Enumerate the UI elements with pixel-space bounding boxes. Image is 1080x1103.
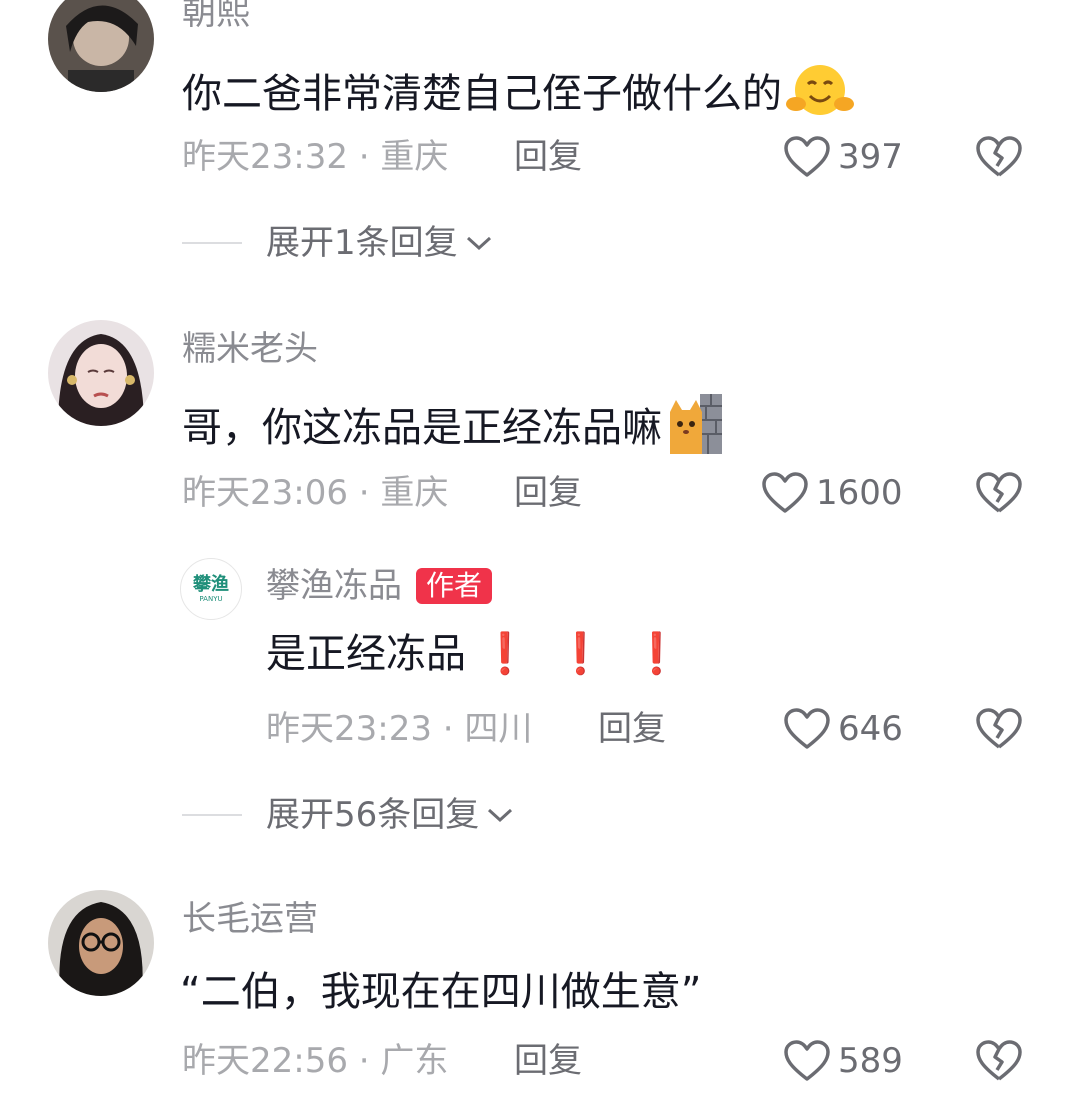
comment-text: 哥，你这冻品是正经冻品嘛 bbox=[182, 394, 722, 461]
expand-label: 展开56条回复 bbox=[266, 795, 480, 835]
avatar[interactable] bbox=[48, 0, 154, 92]
like-count: 589 bbox=[838, 1041, 903, 1081]
avatar[interactable] bbox=[48, 890, 154, 996]
divider bbox=[182, 814, 242, 816]
comment-location: 广东 bbox=[380, 1041, 449, 1081]
reply-location: 四川 bbox=[464, 709, 533, 749]
reply-button[interactable]: 回复 bbox=[598, 712, 666, 746]
heart-icon bbox=[784, 708, 830, 749]
author-badge: 作者 bbox=[416, 568, 493, 604]
like-count: 1600 bbox=[816, 473, 903, 513]
dislike-button[interactable] bbox=[976, 472, 1022, 518]
heart-icon bbox=[784, 136, 830, 177]
comment-username[interactable]: 长毛运营 bbox=[182, 902, 318, 936]
expand-replies[interactable]: 展开1条回复 bbox=[182, 226, 494, 260]
reply-body: 是正经冻品 bbox=[266, 631, 466, 677]
chevron-down-icon bbox=[488, 808, 513, 823]
reply-button[interactable]: 回复 bbox=[514, 140, 582, 174]
reply-button[interactable]: 回复 bbox=[514, 1044, 582, 1078]
like-button[interactable]: 589 bbox=[784, 1040, 903, 1082]
divider bbox=[182, 242, 242, 244]
broken-heart-icon bbox=[976, 472, 1022, 513]
heart-icon bbox=[784, 1040, 830, 1081]
expand-replies[interactable]: 展开56条回复 bbox=[182, 798, 515, 832]
comment-text: 你二爸非常清楚自己侄子做什么的 bbox=[182, 62, 854, 125]
reply-time: 昨天23:23 bbox=[266, 709, 432, 749]
dislike-button[interactable] bbox=[976, 1040, 1022, 1086]
like-button[interactable]: 646 bbox=[784, 708, 903, 750]
comment-username[interactable]: 朝熙 bbox=[182, 0, 250, 30]
like-count: 397 bbox=[838, 137, 903, 177]
dislike-button[interactable] bbox=[976, 708, 1022, 754]
comment-location: 重庆 bbox=[380, 137, 449, 177]
reply-username[interactable]: 攀渔冻品 bbox=[266, 569, 402, 603]
expand-label: 展开1条回复 bbox=[266, 223, 458, 263]
comment-location: 重庆 bbox=[380, 473, 449, 513]
hug-emoji-icon bbox=[786, 62, 854, 125]
broken-heart-icon bbox=[976, 1040, 1022, 1081]
chevron-down-icon bbox=[466, 236, 491, 251]
broken-heart-icon bbox=[976, 136, 1022, 177]
author-avatar[interactable]: 攀渔 PANYU bbox=[180, 558, 242, 620]
heart-icon bbox=[762, 472, 808, 513]
cat-peek-emoji-icon bbox=[666, 394, 722, 461]
avatar[interactable] bbox=[48, 320, 154, 426]
comment-meta: 昨天22:56 · 广东 bbox=[182, 1041, 449, 1081]
avatar-brand-subtext: PANYU bbox=[199, 594, 223, 603]
comment-body: 哥，你这冻品是正经冻品嘛 bbox=[182, 404, 662, 451]
broken-heart-icon bbox=[976, 708, 1022, 749]
comment-meta: 昨天23:06 · 重庆 bbox=[182, 473, 449, 513]
comment-body: 你二爸非常清楚自己侄子做什么的 bbox=[182, 70, 782, 117]
comment-meta: 昨天23:32 · 重庆 bbox=[182, 137, 449, 177]
comment-time: 昨天22:56 bbox=[182, 1041, 348, 1081]
comment-time: 昨天23:06 bbox=[182, 473, 348, 513]
comment-text: “二伯，我现在在四川做生意” bbox=[180, 972, 701, 1012]
comment-username[interactable]: 糯米老头 bbox=[182, 332, 318, 366]
avatar-brand-text: 攀渔 bbox=[193, 573, 229, 595]
like-count: 646 bbox=[838, 709, 903, 749]
reply-text: 是正经冻品 ❗ ❗ ❗ bbox=[266, 634, 687, 674]
dislike-button[interactable] bbox=[976, 136, 1022, 182]
like-button[interactable]: 397 bbox=[784, 136, 903, 178]
like-button[interactable]: 1600 bbox=[762, 472, 903, 514]
exclamation-icons: ❗ ❗ ❗ bbox=[480, 631, 688, 677]
reply-meta: 昨天23:23 · 四川 bbox=[266, 709, 533, 749]
comment-body: “二伯，我现在在四川做生意” bbox=[180, 969, 702, 1015]
reply-header: 攀渔冻品 作者 bbox=[266, 568, 493, 604]
reply-button[interactable]: 回复 bbox=[514, 476, 582, 510]
comment-time: 昨天23:32 bbox=[182, 137, 348, 177]
